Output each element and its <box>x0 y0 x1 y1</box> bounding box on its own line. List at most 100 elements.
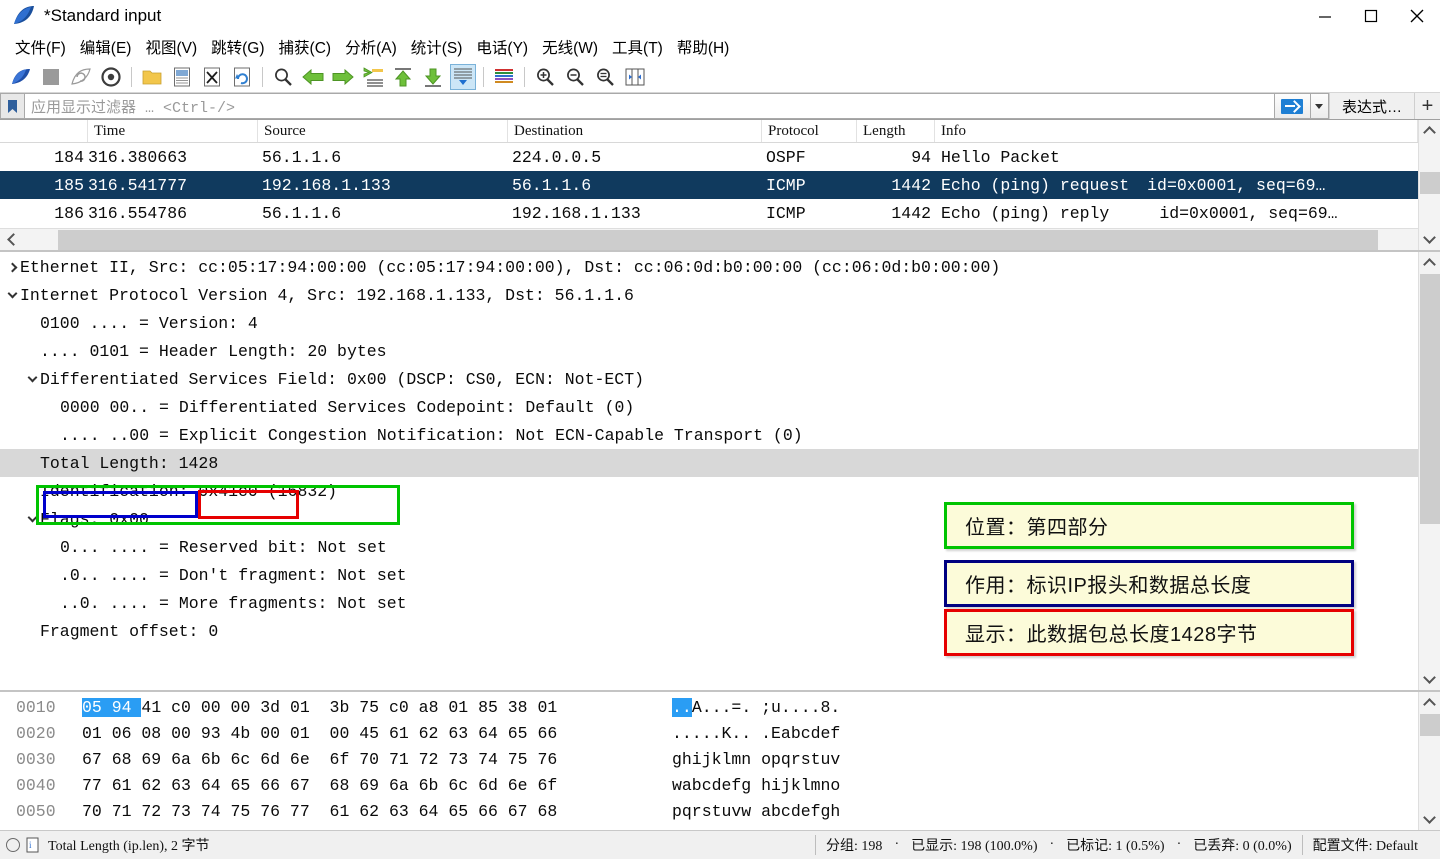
tree-item-version[interactable]: 0100 .... = Version: 4 <box>0 309 1418 337</box>
table-row[interactable]: 185 316.541777 192.168.1.133 56.1.1.6 IC… <box>0 171 1418 199</box>
filter-expression-button[interactable]: 表达式… <box>1328 93 1414 119</box>
menu-wireless[interactable]: 无线(W) <box>535 34 605 60</box>
hscroll-thumb[interactable] <box>58 229 1378 250</box>
expert-info-circle-icon[interactable] <box>6 838 20 852</box>
menu-help[interactable]: 帮助(H) <box>670 34 737 60</box>
cell-time: 316.380663 <box>88 147 188 167</box>
packet-details-vscrollbar[interactable] <box>1418 252 1440 690</box>
chevron-right-icon[interactable] <box>4 262 20 272</box>
cell-protocol: ICMP <box>766 175 806 195</box>
menu-view[interactable]: 视图(V) <box>138 34 204 60</box>
tree-item-ipv4[interactable]: Internet Protocol Version 4, Src: 192.16… <box>0 281 1418 309</box>
table-row[interactable]: 186 316.554786 56.1.1.6 192.168.1.133 IC… <box>0 199 1418 227</box>
chevron-down-icon[interactable] <box>24 512 40 524</box>
tree-item-ethernet[interactable]: Ethernet II, Src: cc:05:17:94:00:00 (cc:… <box>0 253 1418 281</box>
hex-row[interactable]: 0050 70 71 72 73 74 75 76 77 61 62 63 64… <box>0 798 1418 824</box>
go-back-icon[interactable] <box>300 64 326 90</box>
vscroll-track[interactable] <box>1419 714 1440 808</box>
vscroll-up-button[interactable] <box>1419 252 1440 274</box>
column-header-length[interactable]: Length <box>857 120 935 142</box>
tree-item-dscp[interactable]: 0000 00.. = Differentiated Services Code… <box>0 393 1418 421</box>
vscroll-thumb[interactable] <box>1419 172 1440 194</box>
go-forward-icon[interactable] <box>330 64 356 90</box>
vscroll-up-button[interactable] <box>1419 692 1440 714</box>
menu-go[interactable]: 跳转(G) <box>204 34 271 60</box>
maximize-button[interactable] <box>1348 0 1394 32</box>
add-filter-button[interactable]: + <box>1414 93 1440 119</box>
menu-file[interactable]: 文件(F) <box>8 34 73 60</box>
column-header-protocol[interactable]: Protocol <box>762 120 857 142</box>
tree-item-identification[interactable]: Identification: 0x41c0 (16832) <box>0 477 1418 505</box>
column-header-no[interactable] <box>0 120 88 142</box>
ascii-rest: A...=. ;u....8. <box>691 697 841 717</box>
apply-filter-arrow-icon[interactable] <box>1274 93 1311 119</box>
hex-bytes: 70 71 72 73 74 75 76 77 61 62 63 64 65 6… <box>82 801 558 821</box>
close-button[interactable] <box>1394 0 1440 32</box>
vscroll-track[interactable] <box>1419 274 1440 668</box>
status-profile[interactable]: 配置文件: Default <box>1303 831 1428 859</box>
packet-bytes-vscrollbar[interactable] <box>1418 692 1440 830</box>
hex-row[interactable]: 0040 77 61 62 63 64 65 66 67 68 69 6a 6b… <box>0 772 1418 798</box>
tree-item-total-length[interactable]: Total Length: 1428 <box>0 449 1418 477</box>
minimize-button[interactable] <box>1302 0 1348 32</box>
close-file-icon[interactable] <box>199 64 225 90</box>
zoom-in-icon[interactable] <box>532 64 558 90</box>
column-header-source[interactable]: Source <box>258 120 508 142</box>
hex-row[interactable]: 0020 01 06 08 00 93 4b 00 01 00 45 61 62… <box>0 720 1418 746</box>
column-header-destination[interactable]: Destination <box>508 120 762 142</box>
vscroll-down-button[interactable] <box>1419 808 1440 830</box>
resize-columns-icon[interactable] <box>622 64 648 90</box>
packet-list-vscrollbar[interactable] <box>1418 120 1440 250</box>
auto-scroll-icon[interactable] <box>450 63 476 90</box>
vscroll-thumb[interactable] <box>1419 274 1440 524</box>
hex-row[interactable]: 0010 05 94 41 c0 00 00 3d 01 3b 75 c0 a8… <box>0 694 1418 720</box>
open-file-icon[interactable] <box>139 64 165 90</box>
colorize-icon[interactable] <box>491 64 517 90</box>
tree-item-dsfield[interactable]: Differentiated Services Field: 0x00 (DSC… <box>0 365 1418 393</box>
go-to-last-icon[interactable] <box>420 64 446 90</box>
chevron-down-icon[interactable] <box>4 288 20 300</box>
menu-tools[interactable]: 工具(T) <box>605 34 670 60</box>
vscroll-thumb[interactable] <box>1419 714 1440 736</box>
tree-item-label: Ethernet II, Src: cc:05:17:94:00:00 (cc:… <box>20 257 1001 277</box>
start-capture-icon[interactable] <box>8 64 34 90</box>
filter-history-dropdown[interactable] <box>1310 93 1329 119</box>
tree-item-ecn[interactable]: .... ..00 = Explicit Congestion Notifica… <box>0 421 1418 449</box>
hex-offset: 0010 <box>16 697 56 717</box>
go-to-packet-icon[interactable] <box>360 64 386 90</box>
vscroll-track[interactable] <box>1419 142 1440 228</box>
save-file-icon[interactable] <box>169 64 195 90</box>
hscroll-left-button[interactable] <box>0 229 22 251</box>
packet-list-hscrollbar[interactable] <box>0 228 1418 250</box>
menu-analyze[interactable]: 分析(A) <box>338 34 404 60</box>
hscroll-track[interactable] <box>22 229 1418 251</box>
zoom-reset-icon[interactable] <box>592 64 618 90</box>
menu-edit[interactable]: 编辑(E) <box>73 34 139 60</box>
table-row[interactable]: 184 316.380663 56.1.1.6 224.0.0.5 OSPF 9… <box>0 143 1418 171</box>
find-packet-icon[interactable] <box>270 64 296 90</box>
capture-options-icon[interactable] <box>98 64 124 90</box>
menu-capture[interactable]: 捕获(C) <box>272 34 339 60</box>
hex-bytes: 01 06 08 00 93 4b 00 01 00 45 61 62 63 6… <box>82 723 558 743</box>
column-header-time[interactable]: Time <box>88 120 258 142</box>
stop-capture-icon[interactable] <box>38 64 64 90</box>
vscroll-down-button[interactable] <box>1419 228 1440 250</box>
cell-no: 186 <box>54 203 84 223</box>
reload-icon[interactable] <box>229 64 255 90</box>
column-header-info[interactable]: Info <box>935 120 1418 142</box>
restart-capture-icon[interactable] <box>68 64 94 90</box>
go-to-first-icon[interactable] <box>390 64 416 90</box>
display-filter-input[interactable]: 应用显示过滤器 … <Ctrl-/> <box>24 93 1275 119</box>
zoom-out-icon[interactable] <box>562 64 588 90</box>
bookmark-icon[interactable] <box>0 93 24 119</box>
tree-item-header-length[interactable]: .... 0101 = Header Length: 20 bytes <box>0 337 1418 365</box>
menu-telephony[interactable]: 电话(Y) <box>469 34 535 60</box>
vscroll-down-button[interactable] <box>1419 668 1440 690</box>
capture-comment-icon[interactable]: i <box>26 837 40 853</box>
annotation-purpose-text: 作用：标识IP报头和数据总长度 <box>965 575 1252 597</box>
vscroll-up-button[interactable] <box>1419 120 1440 142</box>
cell-destination: 56.1.1.6 <box>512 175 592 195</box>
menu-statistics[interactable]: 统计(S) <box>404 34 470 60</box>
hex-row[interactable]: 0030 67 68 69 6a 6b 6c 6d 6e 6f 70 71 72… <box>0 746 1418 772</box>
chevron-down-icon[interactable] <box>24 372 40 384</box>
